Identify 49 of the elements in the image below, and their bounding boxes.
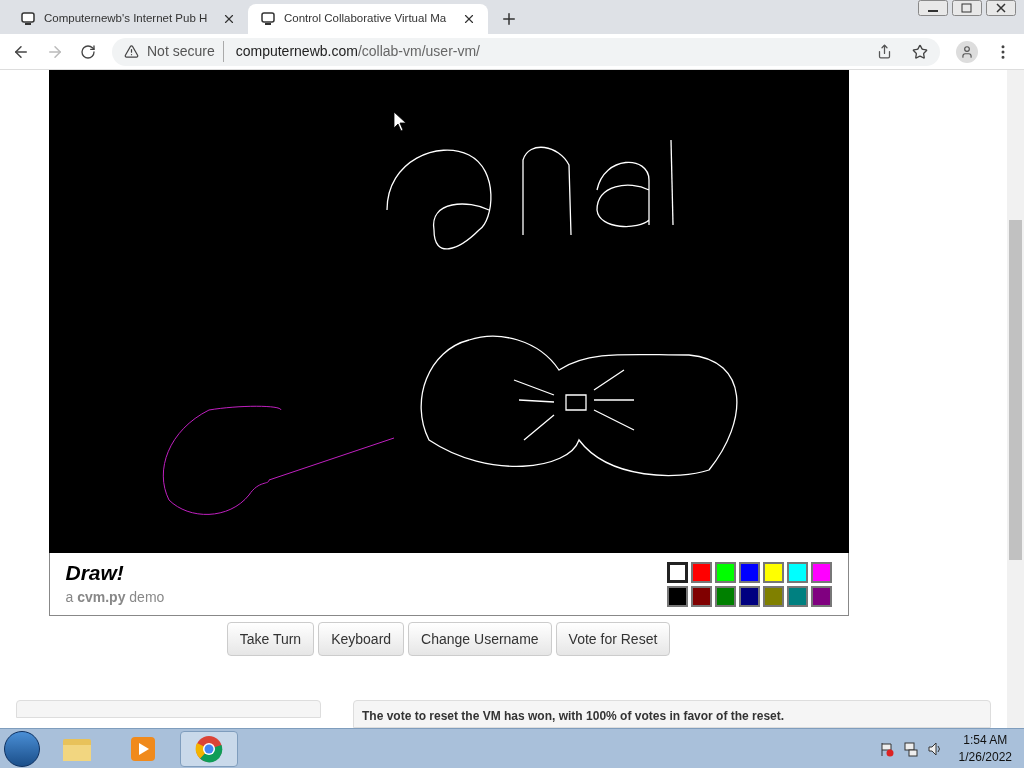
flag-icon[interactable] [878,740,895,757]
color-swatch[interactable] [786,561,808,583]
clock-time: 1:54 AM [963,731,1008,749]
color-swatch[interactable] [810,585,832,607]
close-icon[interactable] [986,0,1016,16]
color-swatch[interactable] [714,561,736,583]
color-swatch[interactable] [666,561,688,583]
speaker-icon[interactable] [926,740,943,757]
clock[interactable]: 1:54 AM 1/26/2022 [950,731,1020,766]
app-subtitle: a cvm.py demo [65,587,165,607]
profile-icon[interactable] [956,40,978,63]
clock-date: 1/26/2022 [958,748,1012,766]
new-tab-icon[interactable] [500,10,518,28]
color-swatch[interactable] [786,585,808,607]
action-button[interactable]: Change Username [408,622,552,656]
color-swatch[interactable] [810,561,832,583]
color-swatch[interactable] [762,561,784,583]
warning-icon [124,44,139,59]
color-swatch[interactable] [738,561,760,583]
tab-title: Control Collaborative Virtual Ma [284,11,448,27]
reload-icon[interactable] [80,43,96,60]
share-icon[interactable] [877,44,892,59]
tab-title: Computernewb's Internet Pub H [44,11,209,27]
security-label: Not secure [147,41,224,62]
chrome-taskbar-button[interactable] [180,730,238,767]
network-icon[interactable] [902,740,919,757]
app-title: Draw! [65,560,125,587]
start-button[interactable] [4,730,40,767]
browser-tab[interactable]: Computernewb's Internet Pub H [8,4,248,34]
color-swatch[interactable] [714,585,736,607]
color-swatch[interactable] [690,561,712,583]
color-swatch[interactable] [666,585,688,607]
color-swatch[interactable] [690,585,712,607]
close-icon[interactable] [222,12,236,26]
color-swatch[interactable] [762,585,784,607]
chrome-logo-icon [195,734,223,763]
bookmark-star-icon[interactable] [912,43,928,60]
action-button[interactable]: Take Turn [226,622,315,656]
action-button[interactable]: Keyboard [318,622,405,656]
chat-message: The vote to reset the VM has won, with 100% of votes in favor of the reset. [362,709,785,723]
monitor-icon [20,11,36,27]
address-bar[interactable]: Not secure computernewb.com/collab-vm/user-vm/ [112,37,940,66]
action-button[interactable]: Vote for Reset [555,622,671,656]
color-swatch[interactable] [738,585,760,607]
minimize-icon[interactable] [918,0,948,16]
close-icon[interactable] [462,12,476,26]
monitor-icon [260,11,276,27]
url-text: computernewb.com/collab-vm/user-vm/ [235,42,480,61]
browser-tab[interactable]: Control Collaborative Virtual Ma [248,4,488,34]
